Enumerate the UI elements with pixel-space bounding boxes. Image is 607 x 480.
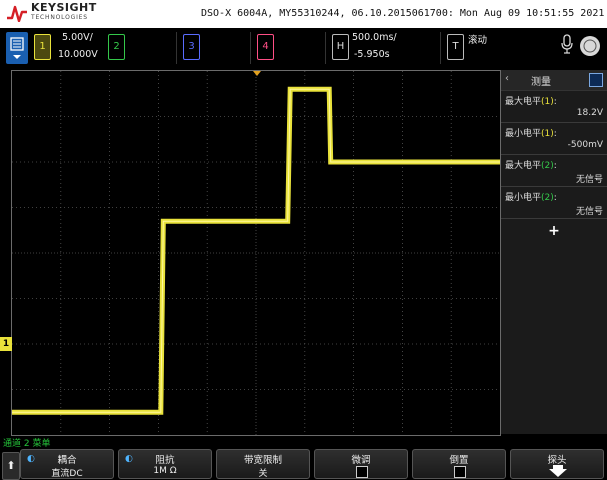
help-icon[interactable] (580, 36, 600, 56)
graticule-grid (12, 71, 500, 435)
add-measurement-button[interactable]: + (501, 219, 607, 243)
softkey-label: 带宽限制 (243, 455, 282, 466)
measurement-value: 无信号 (575, 207, 603, 217)
softkey-label: 阻抗 (155, 455, 175, 466)
softkey-invert[interactable]: 倒置 (412, 449, 506, 479)
measurement-item[interactable]: 最小电平(1): -500mV (501, 123, 607, 155)
trigger-button[interactable]: T (447, 34, 464, 60)
menu-icon (10, 37, 24, 59)
channel-1-button[interactable]: 1 (34, 34, 51, 60)
trigger-mode: 滚动 (468, 35, 488, 46)
measurement-source: (1) (541, 97, 554, 107)
softkey-coupling[interactable]: ◐ 耦合 直流DC (20, 449, 114, 479)
measurement-label: 最大电平 (505, 161, 542, 171)
measurement-item[interactable]: 最大电平(1): 18.2V (501, 91, 607, 123)
measurement-item[interactable]: 最大电平(2): 无信号 (501, 155, 607, 187)
brand-subtitle: TECHNOLOGIES (31, 14, 88, 21)
horizontal-button[interactable]: H (332, 34, 349, 60)
trigger-position-icon (253, 71, 261, 76)
softkey-label: 探头 (547, 455, 567, 466)
softkey-value: 直流DC (51, 469, 83, 479)
measurement-item[interactable]: 最小电平(2): 无信号 (501, 187, 607, 219)
softkey-value: 关 (258, 469, 268, 479)
channel-1-scale: 5.00V/ (62, 32, 93, 43)
softkey-label: 微调 (351, 455, 371, 466)
submenu-arrow-icon (549, 465, 567, 477)
softkey-fine[interactable]: 微调 (314, 449, 408, 479)
fine-checkbox[interactable] (356, 466, 368, 478)
collapse-arrow-icon[interactable]: ‹ (505, 73, 509, 84)
main-menu-button[interactable] (6, 32, 28, 64)
measurement-label: 最大电平 (505, 97, 542, 107)
measurement-value: 18.2V (576, 108, 603, 118)
menu-up-arrow-icon[interactable]: ⬆ (2, 452, 20, 480)
measurement-source: (1) (541, 129, 554, 139)
keysight-logo-icon (7, 5, 27, 22)
waveform-graticule (12, 71, 500, 435)
softkey-bar: ⬆ ◐ 耦合 直流DC ◐ 阻抗 1M Ω 带宽限制 关 微调 倒置 探头 (0, 448, 607, 480)
measurement-value: -500mV (567, 140, 603, 150)
channel-4-button[interactable]: 4 (257, 34, 274, 60)
measurement-source: (2) (541, 161, 554, 171)
softkey-probe[interactable]: 探头 (510, 449, 604, 479)
waveform-display[interactable] (11, 70, 501, 436)
softkey-impedance[interactable]: ◐ 阻抗 1M Ω (118, 449, 212, 479)
measurement-source: (2) (541, 193, 554, 203)
measurement-label: 最小电平 (505, 129, 542, 139)
channel-bar: 1 5.00V/ 10.000V 2 3 4 H 500.0ms/ -5.950… (0, 28, 607, 68)
title-bar: KEYSIGHT TECHNOLOGIES DSO-X 6004A, MY553… (0, 0, 607, 28)
measurement-panel-header: ‹ 测量 (501, 70, 607, 91)
measurement-label: 最小电平 (505, 193, 542, 203)
measurement-panel-title: 测量 (531, 77, 551, 88)
microphone-icon[interactable] (560, 34, 574, 56)
time-delay: -5.950s (354, 49, 390, 60)
time-scale: 500.0ms/ (352, 32, 397, 43)
invert-checkbox[interactable] (454, 466, 466, 478)
softkey-label: 耦合 (57, 455, 77, 466)
measurement-value: 无信号 (575, 175, 603, 185)
brand-name: KEYSIGHT (31, 1, 97, 14)
channel-1-offset: 10.000V (58, 49, 98, 60)
softkey-label: 倒置 (449, 455, 469, 466)
softkey-bandwidth-limit[interactable]: 带宽限制 关 (216, 449, 310, 479)
softkey-value: 1M Ω (153, 466, 177, 476)
measurement-panel: ‹ 测量 最大电平(1): 18.2V 最小电平(1): -500mV 最大电平… (501, 70, 607, 434)
device-info: DSO-X 6004A, MY55310244, 06.10.201506170… (201, 8, 605, 19)
channel-3-button[interactable]: 3 (183, 34, 200, 60)
channel-2-button[interactable]: 2 (108, 34, 125, 60)
panel-menu-icon[interactable] (589, 73, 603, 87)
channel-1-ground-marker[interactable]: 1 (0, 337, 12, 351)
help-badge-icon (583, 39, 597, 53)
